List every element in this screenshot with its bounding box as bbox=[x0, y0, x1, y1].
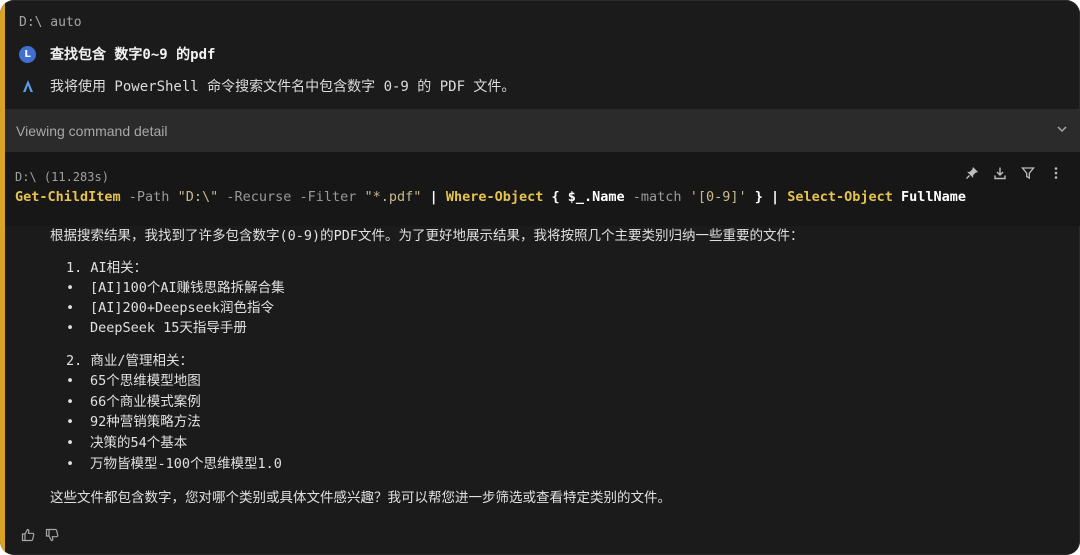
cmd-part: Get-ChildItem bbox=[15, 189, 121, 205]
cmd-part: -Path bbox=[120, 189, 178, 205]
cmd-part: Select-Object bbox=[787, 189, 893, 205]
command-block: D:\ (11.283s) Get-ChildItem -Path "D:\" … bbox=[5, 152, 1080, 226]
command-line[interactable]: Get-ChildItem -Path "D:\" -Recurse -Filt… bbox=[15, 187, 966, 207]
accent-bar bbox=[0, 0, 5, 555]
chevron-down-icon[interactable] bbox=[1055, 121, 1069, 140]
thumbs-down-icon[interactable] bbox=[44, 527, 60, 543]
user-message: 查找包含 数字0~9 的pdf bbox=[50, 47, 216, 63]
section-heading-business: 2. 商业/管理相关： bbox=[66, 353, 194, 369]
thumbs-up-icon[interactable] bbox=[20, 527, 36, 543]
list-item: • 92种营销策略方法 bbox=[66, 414, 201, 430]
cmd-part: -match bbox=[624, 189, 690, 205]
cmd-part: | bbox=[421, 189, 446, 205]
result-intro: 根据搜索结果，我找到了许多包含数字(0-9)的PDF文件。为了更好地展示结果，我… bbox=[50, 228, 804, 244]
ai-message-row: 我将使用 PowerShell 命令搜索文件名中包含数字 0-9 的 PDF 文… bbox=[19, 75, 515, 97]
ai-message: 我将使用 PowerShell 命令搜索文件名中包含数字 0-9 的 PDF 文… bbox=[50, 79, 516, 95]
cmd-part: -Recurse -Filter bbox=[218, 189, 365, 205]
list-item: • 决策的54个基本 bbox=[66, 435, 188, 451]
user-message-row: L 查找包含 数字0~9 的pdf bbox=[19, 43, 215, 65]
list-item: • [AI]200+Deepseek润色指令 bbox=[66, 300, 275, 316]
cmd-part: Where-Object bbox=[445, 189, 544, 205]
cmd-part: '[0-9]' bbox=[689, 189, 747, 205]
user-avatar: L bbox=[19, 45, 36, 63]
terminal-window: D:\ auto L 查找包含 数字0~9 的pdf 我将使用 PowerShe… bbox=[0, 0, 1080, 555]
cmd-part: FullName bbox=[892, 189, 967, 205]
cmd-part: { $_ bbox=[543, 189, 585, 205]
ai-agent-icon bbox=[19, 78, 36, 95]
viewing-command-detail-label: Viewing command detail bbox=[16, 122, 168, 139]
filter-icon[interactable] bbox=[1020, 165, 1036, 181]
list-item: • DeepSeek 15天指导手册 bbox=[66, 320, 247, 336]
section-heading-ai: 1. AI相关： bbox=[66, 260, 148, 276]
viewing-command-detail-bar[interactable]: Viewing command detail bbox=[5, 109, 1080, 152]
working-directory: D:\ auto bbox=[19, 15, 82, 30]
result-outro: 这些文件都包含数字，您对哪个类别或具体文件感兴趣？我可以帮您进一步筛选或查看特定… bbox=[50, 490, 671, 506]
list-item: • 65个思维模型地图 bbox=[66, 373, 201, 389]
command-cwd-duration: D:\ (11.283s) bbox=[15, 170, 109, 184]
list-item: • [AI]100个AI赚钱思路拆解合集 bbox=[66, 280, 285, 296]
feedback-buttons bbox=[20, 527, 60, 543]
cmd-part: .Name bbox=[584, 189, 625, 205]
cmd-part: } | bbox=[746, 189, 788, 205]
cmd-part: "D:\" bbox=[177, 189, 219, 205]
cmd-part: "*.pdf" bbox=[364, 189, 422, 205]
more-vertical-icon[interactable] bbox=[1048, 165, 1064, 181]
command-toolbar bbox=[964, 165, 1064, 181]
list-item: • 万物皆模型-100个思维模型1.0 bbox=[66, 456, 282, 472]
pin-icon[interactable] bbox=[964, 165, 980, 181]
download-icon[interactable] bbox=[992, 165, 1008, 181]
list-item: • 66个商业模式案例 bbox=[66, 394, 201, 410]
